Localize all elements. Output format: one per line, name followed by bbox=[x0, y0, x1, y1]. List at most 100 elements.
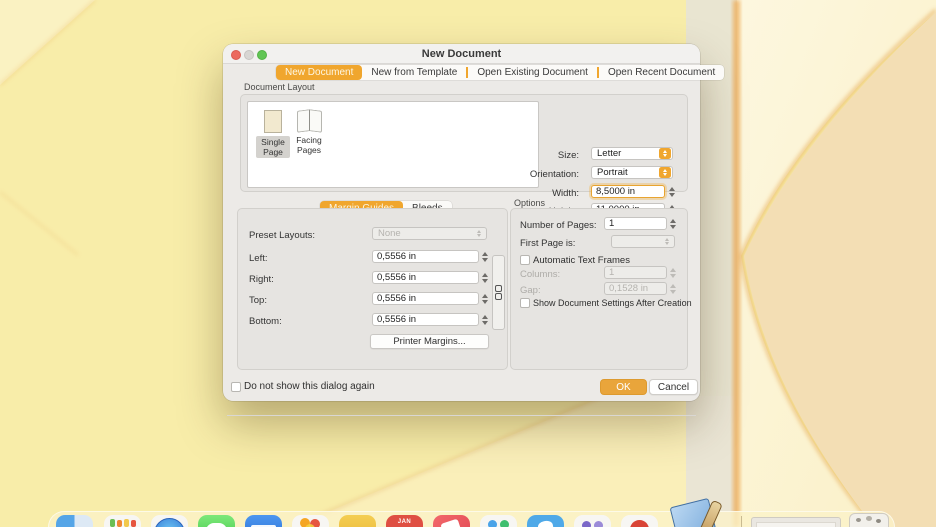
twitter-bird bbox=[537, 520, 554, 527]
dock-trash-icon[interactable] bbox=[849, 513, 889, 527]
dock: JAN bbox=[48, 511, 895, 527]
automatic-text-frames-label: Automatic Text Frames bbox=[533, 255, 630, 266]
dock-divider bbox=[741, 516, 742, 527]
dialog-titlebar[interactable]: New Document bbox=[223, 44, 700, 64]
margin-bottom-label: Bottom: bbox=[249, 316, 282, 327]
minimized-window-titlebar bbox=[756, 522, 836, 527]
margin-left-stepper[interactable] bbox=[480, 250, 489, 263]
cancel-button[interactable]: Cancel bbox=[649, 379, 698, 395]
dialog-title: New Document bbox=[223, 48, 700, 60]
orientation-value: Portrait bbox=[592, 167, 658, 178]
margin-left-input[interactable]: 0,5556 in bbox=[372, 250, 479, 263]
size-value: Letter bbox=[592, 148, 658, 159]
red-circle-glyph bbox=[630, 520, 649, 527]
number-of-pages-stepper[interactable] bbox=[668, 217, 677, 230]
printer-margins-button[interactable]: Printer Margins... bbox=[370, 334, 489, 349]
columns-label: Columns: bbox=[520, 269, 560, 280]
margin-bottom-input[interactable]: 0,5556 in bbox=[372, 313, 479, 326]
gap-label: Gap: bbox=[520, 285, 541, 296]
trash-speck-1 bbox=[856, 518, 861, 522]
document-layout-group-label: Document Layout bbox=[244, 82, 315, 92]
launchpad-tile-yellow bbox=[124, 519, 129, 527]
margins-groupbox: Preset Layouts: None Left: 0,5556 in Rig… bbox=[237, 208, 508, 370]
orientation-label: Orientation: bbox=[499, 169, 579, 180]
columns-input: 1 bbox=[604, 266, 667, 279]
dialog-tabstrip: New Document New from Template Open Exis… bbox=[276, 65, 724, 80]
options-groupbox: Number of Pages: 1 First Page is: Automa… bbox=[510, 208, 688, 370]
dock-minimized-window[interactable] bbox=[751, 517, 841, 527]
combo-chevrons-icon bbox=[661, 236, 673, 247]
contacts-figure-blue bbox=[488, 520, 497, 527]
margin-left-label: Left: bbox=[249, 253, 268, 264]
margin-top-stepper[interactable] bbox=[480, 292, 489, 305]
purple-figure-right bbox=[594, 521, 603, 527]
dock-icon-finder[interactable] bbox=[56, 515, 93, 527]
tab-open-existing-document[interactable]: Open Existing Document bbox=[468, 65, 597, 80]
width-stepper[interactable] bbox=[667, 185, 676, 198]
launchpad-tile-red bbox=[131, 520, 136, 527]
width-input[interactable]: 8,5000 in bbox=[591, 185, 665, 198]
dock-icon-scribus[interactable] bbox=[669, 498, 729, 527]
first-page-is-label: First Page is: bbox=[520, 238, 575, 249]
margin-top-label: Top: bbox=[249, 295, 267, 306]
launchpad-tile-green bbox=[110, 519, 115, 527]
tab-open-recent-document[interactable]: Open Recent Document bbox=[599, 65, 724, 80]
layout-item-label: Single Page bbox=[256, 136, 290, 158]
tab-new-document[interactable]: New Document bbox=[276, 65, 362, 80]
orientation-select[interactable]: Portrait bbox=[591, 166, 673, 179]
dont-show-again-checkbox[interactable] bbox=[231, 382, 241, 392]
number-of-pages-input[interactable]: 1 bbox=[604, 217, 667, 230]
dock-icon-app-purple[interactable] bbox=[574, 515, 611, 527]
dock-icon-music[interactable] bbox=[433, 515, 470, 527]
dock-icon-photos[interactable] bbox=[292, 515, 329, 527]
messages-bubble bbox=[206, 523, 227, 527]
launchpad-tile-orange bbox=[117, 520, 122, 527]
new-document-dialog: New Document New Document New from Templ… bbox=[223, 44, 700, 401]
margin-bottom-stepper[interactable] bbox=[480, 313, 489, 326]
first-page-is-select bbox=[611, 235, 675, 248]
chain-icon bbox=[495, 285, 502, 292]
dont-show-again-label: Do not show this dialog again bbox=[244, 381, 375, 392]
chain-icon bbox=[495, 293, 502, 300]
margin-top-input[interactable]: 0,5556 in bbox=[372, 292, 479, 305]
calendar-month-label: JAN bbox=[386, 519, 423, 525]
safari-globe bbox=[154, 518, 185, 527]
dock-icon-notes[interactable] bbox=[339, 515, 376, 527]
layout-list-panel: Single Page Facing Pages bbox=[247, 101, 539, 188]
preset-layouts-label: Preset Layouts: bbox=[249, 230, 315, 241]
number-of-pages-label: Number of Pages: bbox=[520, 220, 597, 231]
dock-icon-calendar[interactable]: JAN bbox=[386, 515, 423, 527]
layout-item-facing-pages[interactable]: Facing Pages bbox=[292, 110, 326, 156]
dock-icon-twitter[interactable] bbox=[527, 515, 564, 527]
ok-button[interactable]: OK bbox=[600, 379, 647, 395]
facing-page-left bbox=[297, 109, 310, 133]
trash-speck-2 bbox=[866, 516, 872, 521]
gap-stepper bbox=[668, 282, 677, 295]
automatic-text-frames-checkbox[interactable] bbox=[520, 255, 530, 265]
show-settings-checkbox[interactable] bbox=[520, 298, 530, 308]
dock-icon-app-red-circle[interactable] bbox=[621, 515, 658, 527]
facing-page-right bbox=[310, 109, 322, 132]
preset-layouts-value: None bbox=[373, 228, 472, 239]
dock-icon-contacts[interactable] bbox=[480, 515, 517, 527]
dock-icon-launchpad[interactable] bbox=[104, 515, 141, 527]
tab-new-from-template[interactable]: New from Template bbox=[362, 65, 466, 80]
single-page-icon bbox=[264, 110, 282, 133]
size-select[interactable]: Letter bbox=[591, 147, 673, 160]
layout-item-label: Facing Pages bbox=[292, 134, 326, 156]
trash-speck-3 bbox=[876, 519, 881, 523]
combo-chevrons-icon bbox=[659, 167, 671, 178]
dock-icon-mail[interactable] bbox=[245, 515, 282, 527]
combo-chevrons-icon bbox=[659, 148, 671, 159]
contacts-figure-green bbox=[500, 520, 509, 527]
link-margins-button[interactable] bbox=[492, 255, 505, 330]
purple-figure-left bbox=[582, 521, 591, 527]
options-group-label: Options bbox=[514, 198, 545, 208]
layout-item-single-page[interactable]: Single Page bbox=[256, 110, 290, 158]
dock-icon-safari[interactable] bbox=[151, 515, 188, 527]
desktop: JAN bbox=[0, 0, 936, 527]
margin-right-stepper[interactable] bbox=[480, 271, 489, 284]
dock-icon-messages[interactable] bbox=[198, 515, 235, 527]
show-settings-label: Show Document Settings After Creation bbox=[533, 298, 692, 308]
margin-right-input[interactable]: 0,5556 in bbox=[372, 271, 479, 284]
